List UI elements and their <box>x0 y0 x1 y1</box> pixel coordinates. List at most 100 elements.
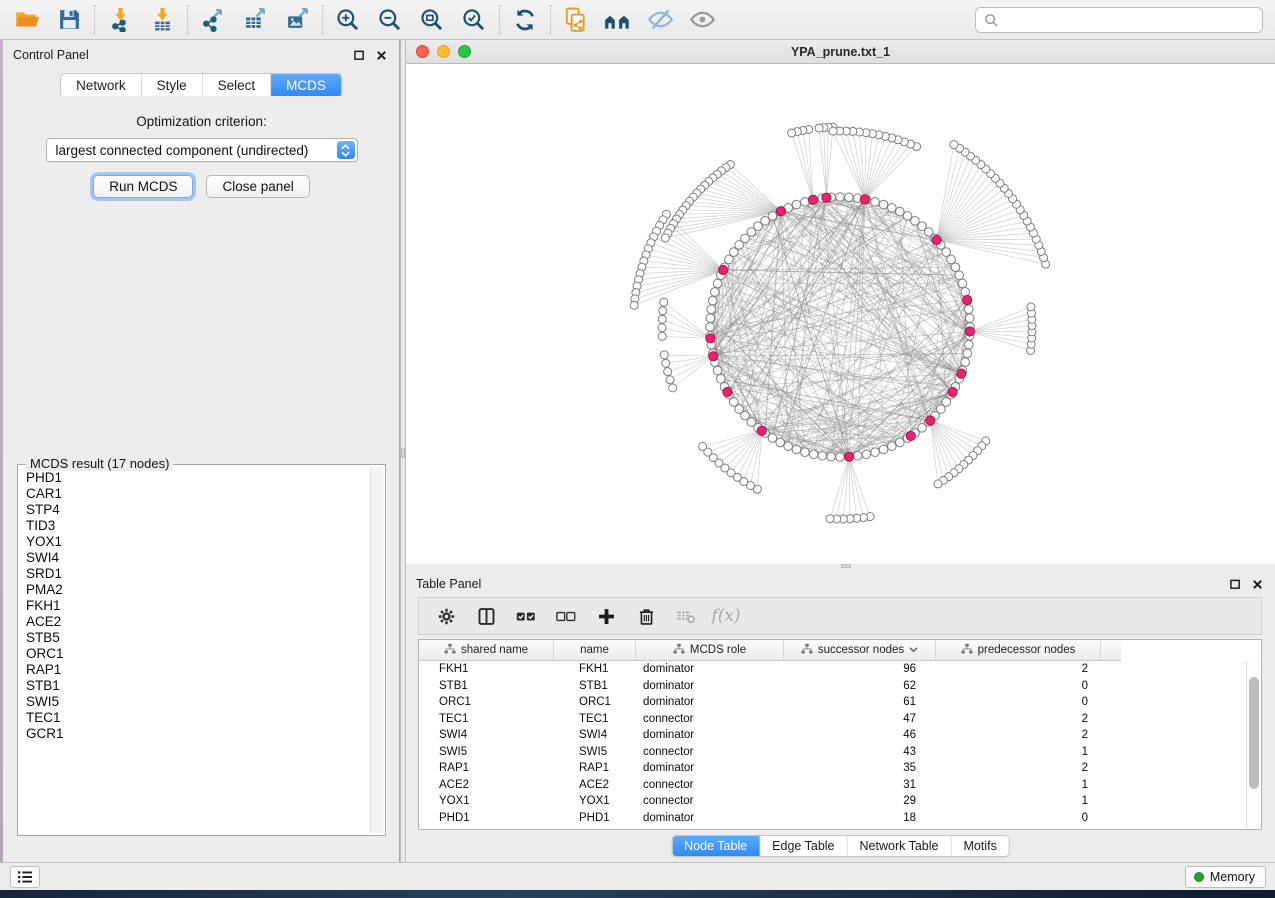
table-cell[interactable]: YOX1 <box>419 795 554 807</box>
table-cell[interactable]: RAP1 <box>554 762 636 774</box>
memory-button[interactable]: Memory <box>1185 866 1266 888</box>
table-cell[interactable]: 47 <box>784 713 936 725</box>
table-cell[interactable]: dominator <box>636 729 784 741</box>
splitter-grip[interactable] <box>841 564 851 568</box>
table-cell[interactable]: 0 <box>936 812 1101 824</box>
task-history-button[interactable] <box>10 866 40 888</box>
mcds-result-item[interactable]: PHD1 <box>20 470 369 486</box>
table-cell[interactable]: SWI4 <box>419 729 554 741</box>
table-cell[interactable]: 62 <box>784 680 936 692</box>
column-header-mcds-role[interactable]: MCDS role <box>636 640 784 661</box>
table-cell[interactable]: 29 <box>784 795 936 807</box>
network-window-titlebar[interactable]: YPA_prune.txt_1 <box>406 40 1275 64</box>
import-network-icon[interactable] <box>99 3 141 37</box>
open-icon[interactable] <box>6 3 48 37</box>
table-cell[interactable]: 2 <box>936 762 1101 774</box>
table-row[interactable]: STB1STB1dominator620 <box>419 678 1261 695</box>
settings-gear-icon[interactable] <box>431 601 461 631</box>
mcds-result-item[interactable]: YOX1 <box>20 534 369 550</box>
network-canvas[interactable] <box>406 64 1275 563</box>
mcds-result-item[interactable]: FKH1 <box>20 598 369 614</box>
table-row[interactable]: PHD1PHD1dominator180 <box>419 810 1261 827</box>
mcds-result-item[interactable]: TID3 <box>20 518 369 534</box>
table-row[interactable]: SWI5SWI5connector431 <box>419 744 1261 761</box>
mcds-result-item[interactable]: SWI5 <box>20 694 369 710</box>
table-cell[interactable]: connector <box>636 746 784 758</box>
add-column-icon[interactable] <box>591 601 621 631</box>
table-cell[interactable]: dominator <box>636 762 784 774</box>
mcds-result-item[interactable]: RAP1 <box>20 662 369 678</box>
eye-hidden-icon[interactable] <box>639 3 681 37</box>
table-cell[interactable]: 1 <box>936 795 1101 807</box>
table-cell[interactable]: dominator <box>636 696 784 708</box>
export-table-icon[interactable] <box>234 3 276 37</box>
deselect-checks-icon[interactable] <box>551 601 581 631</box>
column-header-shared-name[interactable]: shared name <box>419 640 554 661</box>
refresh-icon[interactable] <box>504 3 546 37</box>
zoom-selected-icon[interactable] <box>453 3 495 37</box>
tab-node-table[interactable]: Node Table <box>672 836 760 856</box>
table-cell[interactable]: 2 <box>936 729 1101 741</box>
table-cell[interactable]: ORC1 <box>554 696 636 708</box>
mcds-result-item[interactable]: STB1 <box>20 678 369 694</box>
table-cell[interactable]: connector <box>636 713 784 725</box>
table-cell[interactable]: SWI5 <box>419 746 554 758</box>
table-cell[interactable]: ACE2 <box>419 779 554 791</box>
table-cell[interactable]: ORC1 <box>419 696 554 708</box>
table-cell[interactable]: 46 <box>784 729 936 741</box>
splitter-grip[interactable] <box>401 448 405 458</box>
export-network-icon[interactable] <box>192 3 234 37</box>
table-row[interactable]: ORC1ORC1dominator610 <box>419 694 1261 711</box>
table-cell[interactable]: 61 <box>784 696 936 708</box>
tab-network-table[interactable]: Network Table <box>848 836 952 856</box>
table-cell[interactable]: FKH1 <box>419 663 554 675</box>
binoculars-icon[interactable] <box>597 3 639 37</box>
tab-network[interactable]: Network <box>61 74 142 97</box>
table-cell[interactable]: 1 <box>936 746 1101 758</box>
close-panel-button[interactable]: Close panel <box>206 175 309 198</box>
maximize-window-button[interactable] <box>458 45 471 58</box>
tab-mcds[interactable]: MCDS <box>271 74 341 97</box>
table-row[interactable]: SWI4SWI4dominator462 <box>419 727 1261 744</box>
tab-select[interactable]: Select <box>203 74 272 97</box>
table-cell[interactable]: 1 <box>936 779 1101 791</box>
minimize-window-button[interactable] <box>437 45 450 58</box>
mcds-result-item[interactable]: CAR1 <box>20 486 369 502</box>
mcds-result-item[interactable]: ACE2 <box>20 614 369 630</box>
close-panel-icon[interactable] <box>373 47 389 63</box>
mcds-result-item[interactable]: GCR1 <box>20 726 369 742</box>
mcds-result-item[interactable]: STP4 <box>20 502 369 518</box>
column-header-predecessor-nodes[interactable]: predecessor nodes <box>936 640 1101 661</box>
table-row[interactable]: FKH1FKH1dominator962 <box>419 661 1261 678</box>
close-panel-icon[interactable] <box>1249 576 1265 592</box>
run-mcds-button[interactable]: Run MCDS <box>93 175 193 198</box>
table-cell[interactable]: 18 <box>784 812 936 824</box>
table-cell[interactable]: FKH1 <box>554 663 636 675</box>
mcds-result-item[interactable]: SRD1 <box>20 566 369 582</box>
table-cell[interactable]: TEC1 <box>554 713 636 725</box>
tab-edge-table[interactable]: Edge Table <box>760 836 847 856</box>
zoom-in-icon[interactable] <box>327 3 369 37</box>
mcds-result-item[interactable]: TEC1 <box>20 710 369 726</box>
duplicate-network-icon[interactable] <box>555 3 597 37</box>
eye-icon[interactable] <box>681 3 723 37</box>
zoom-fit-icon[interactable] <box>411 3 453 37</box>
float-panel-icon[interactable] <box>1227 576 1243 592</box>
close-window-button[interactable] <box>416 45 429 58</box>
table-cell[interactable]: 0 <box>936 696 1101 708</box>
column-header-successor-nodes[interactable]: successor nodes <box>784 640 936 661</box>
table-row[interactable]: ACE2ACE2connector311 <box>419 777 1261 794</box>
export-image-icon[interactable] <box>276 3 318 37</box>
zoom-out-icon[interactable] <box>369 3 411 37</box>
table-row[interactable]: YOX1YOX1connector291 <box>419 793 1261 810</box>
table-cell[interactable]: RAP1 <box>419 762 554 774</box>
table-cell[interactable]: SWI4 <box>554 729 636 741</box>
mcds-result-item[interactable]: ORC1 <box>20 646 369 662</box>
mcds-result-item[interactable]: SWI4 <box>20 550 369 566</box>
tab-style[interactable]: Style <box>142 74 203 97</box>
table-cell[interactable]: connector <box>636 795 784 807</box>
import-table-icon[interactable] <box>141 3 183 37</box>
select-checks-icon[interactable] <box>511 601 541 631</box>
table-scrollbar[interactable] <box>1246 661 1261 829</box>
table-cell[interactable]: dominator <box>636 812 784 824</box>
